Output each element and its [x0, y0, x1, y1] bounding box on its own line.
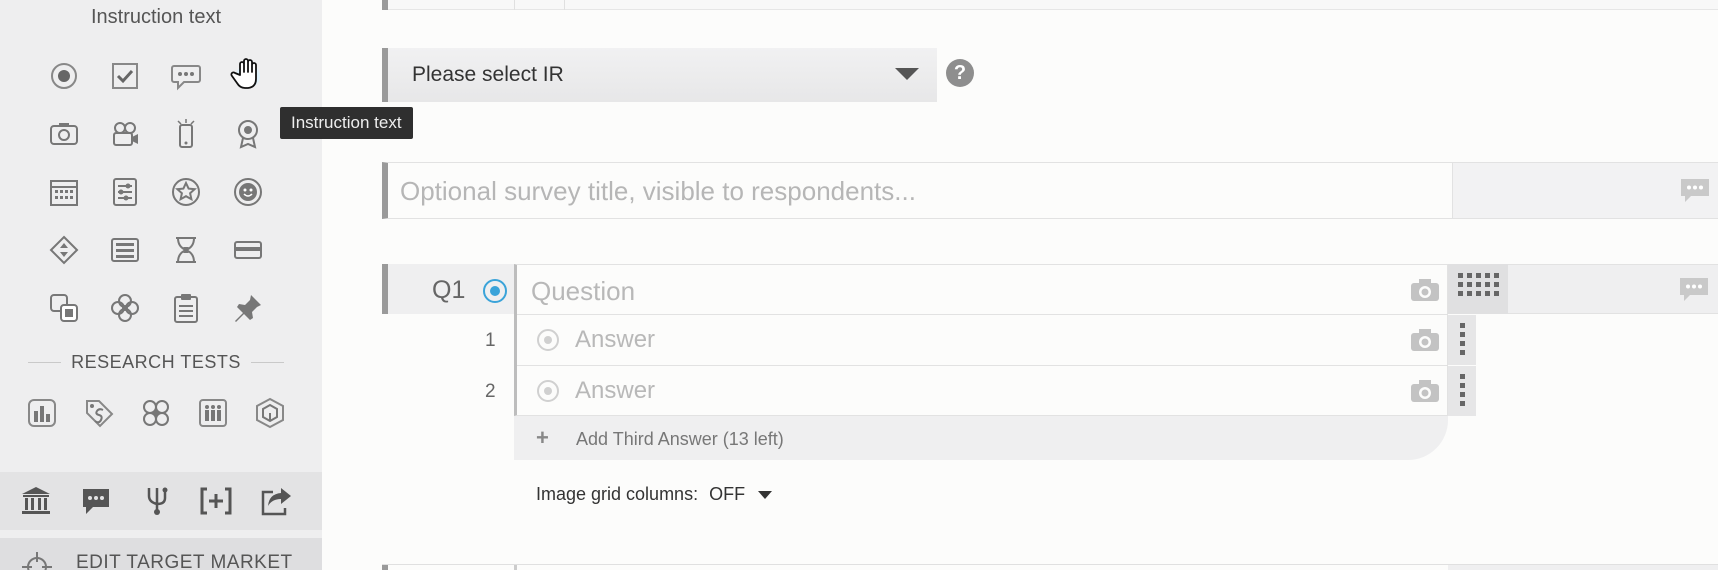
award-icon[interactable]: [228, 114, 268, 154]
question-row: [517, 265, 1448, 315]
plus-icon: +: [536, 425, 549, 450]
hourglass-icon[interactable]: [166, 230, 206, 270]
smiley-icon[interactable]: [228, 172, 268, 212]
question-card: [514, 264, 1448, 416]
ir-select-dropdown[interactable]: Please select IR: [382, 48, 937, 102]
previous-block-edge: [382, 0, 1718, 10]
question-side-panel: [1508, 264, 1718, 314]
clipboard-icon[interactable]: [166, 288, 206, 328]
divider: [250, 362, 285, 363]
insert-bracket-icon[interactable]: [196, 481, 236, 521]
crowd-icon[interactable]: [193, 393, 233, 433]
tooltip: Instruction text: [280, 107, 413, 139]
pin-icon[interactable]: [228, 288, 268, 328]
comment-icon[interactable]: [1679, 176, 1711, 206]
multiple-choice-icon[interactable]: [105, 56, 145, 96]
camera-icon[interactable]: [1410, 328, 1440, 352]
question-number-box: Q1: [382, 264, 514, 314]
next-block-edge: [382, 564, 1718, 570]
image-grid-columns-value: OFF: [709, 484, 746, 504]
survey-title-block: [382, 162, 1718, 219]
slider-icon[interactable]: [105, 172, 145, 212]
answer-drag-handle[interactable]: [1448, 366, 1476, 416]
branch-logic-icon[interactable]: [137, 481, 177, 521]
package-test-icon[interactable]: [250, 393, 290, 433]
answer-row: [517, 366, 1448, 416]
edit-target-market-label: EDIT TARGET MARKET: [76, 552, 293, 570]
concept-test-icon[interactable]: [136, 393, 176, 433]
image-choice-icon[interactable]: [105, 288, 145, 328]
share-icon[interactable]: [256, 481, 296, 521]
price-tag-icon[interactable]: [79, 393, 119, 433]
bank-icon[interactable]: [16, 481, 56, 521]
answer-row: [517, 315, 1448, 366]
calendar-icon[interactable]: [44, 172, 84, 212]
single-choice-icon[interactable]: [44, 56, 84, 96]
ir-select-label: Please select IR: [412, 63, 564, 86]
help-icon[interactable]: ?: [946, 59, 974, 87]
answer-drag-handle[interactable]: [1448, 315, 1476, 365]
question-input[interactable]: [531, 274, 1331, 308]
photo-icon[interactable]: [44, 114, 84, 154]
survey-title-input[interactable]: [400, 172, 1400, 210]
dots-grid-icon: [1458, 273, 1499, 296]
grouping-icon[interactable]: [44, 288, 84, 328]
bar-chart-icon[interactable]: [22, 393, 62, 433]
mobile-icon[interactable]: [166, 114, 206, 154]
divider: [28, 362, 62, 363]
answer-radio-icon: [537, 329, 559, 351]
answer-number: 2: [485, 381, 496, 402]
question-number: Q1: [432, 276, 466, 304]
answer-number: 1: [485, 330, 496, 351]
survey-title-side-panel: [1452, 163, 1718, 218]
chevron-down-icon: [758, 491, 773, 500]
image-grid-columns-dropdown[interactable]: Image grid columns: OFF: [536, 484, 773, 505]
answer-radio-icon: [537, 380, 559, 402]
image-grid-button[interactable]: [1448, 264, 1508, 314]
sidebar-toolbar: [0, 472, 322, 530]
sidebar-title: Instruction text: [90, 6, 222, 28]
crosshair-icon: [22, 552, 52, 570]
ranking-icon[interactable]: [44, 230, 84, 270]
text-answer-icon[interactable]: [166, 56, 206, 96]
research-tests-header: RESEARCH TESTS: [28, 352, 285, 373]
answer-input[interactable]: [575, 325, 1335, 355]
answer-input[interactable]: [575, 376, 1335, 406]
add-answer-label: Add Third Answer (13 left): [576, 429, 784, 449]
star-rating-icon[interactable]: [166, 172, 206, 212]
video-icon[interactable]: [105, 114, 145, 154]
camera-icon[interactable]: [1410, 379, 1440, 403]
instruction-text-icon[interactable]: [228, 56, 268, 96]
chevron-down-icon: [895, 68, 919, 80]
image-grid-columns-label: Image grid columns:: [536, 484, 699, 504]
sidebar: Instruction text RESEARCH TESTS EDIT TAR…: [0, 0, 322, 570]
rectangle-icon[interactable]: [228, 230, 268, 270]
matrix-icon[interactable]: [105, 230, 145, 270]
add-answer-button[interactable]: + Add Third Answer (13 left): [514, 416, 1448, 460]
research-tests-label: RESEARCH TESTS: [71, 352, 241, 372]
comment-icon[interactable]: [76, 481, 116, 521]
edit-target-market-button[interactable]: EDIT TARGET MARKET: [0, 538, 322, 570]
single-choice-type-icon[interactable]: [483, 279, 507, 303]
comment-icon[interactable]: [1678, 275, 1710, 305]
camera-icon[interactable]: [1410, 278, 1440, 302]
